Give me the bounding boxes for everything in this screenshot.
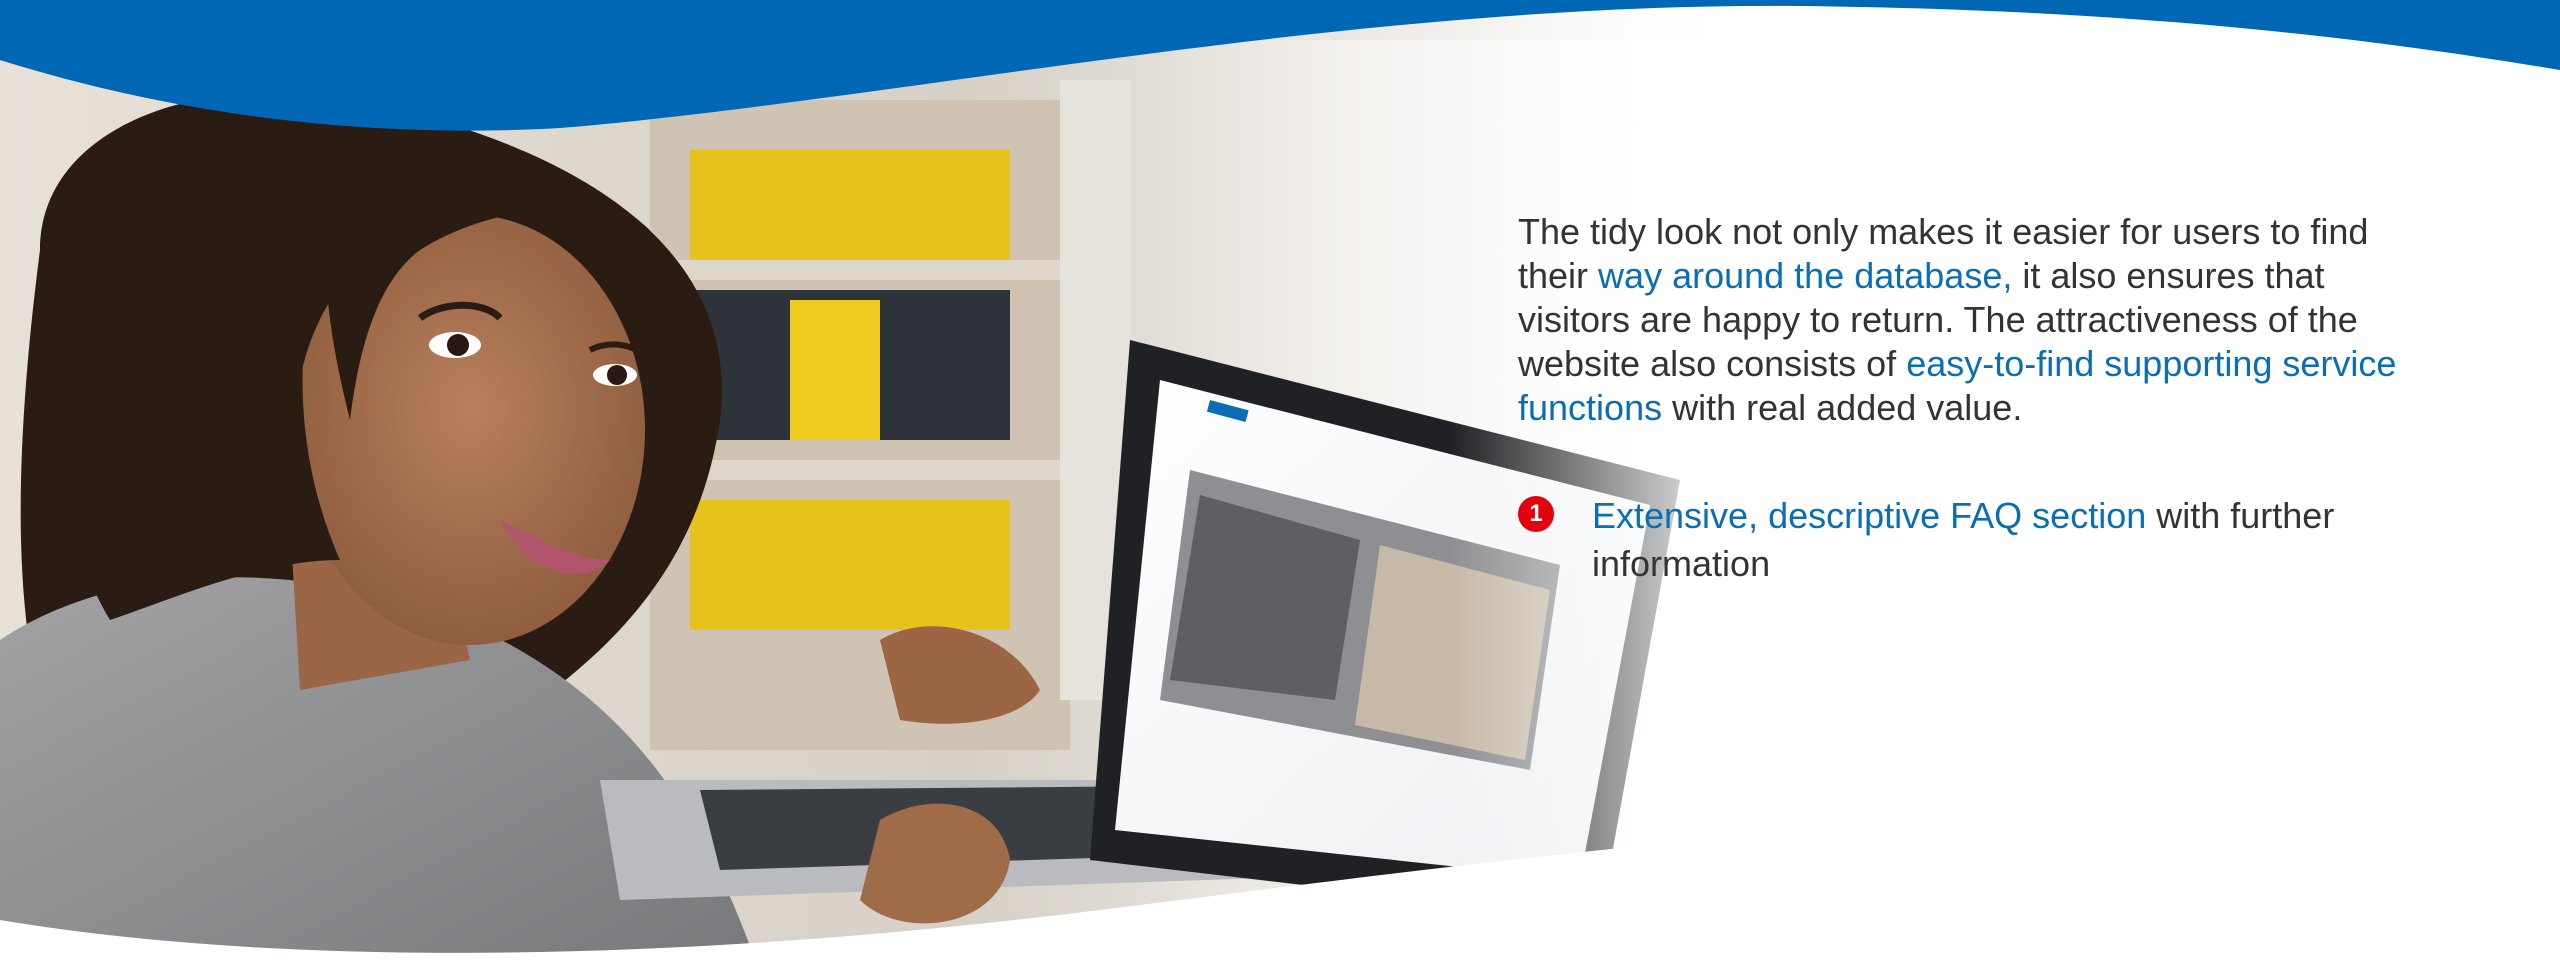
bottom-wave <box>0 820 2560 974</box>
feature-text: Extensive, descriptive FAQ section with … <box>1592 492 2438 588</box>
database-link[interactable]: way around the database, <box>1598 255 2012 296</box>
intro-paragraph: The tidy look not only makes it easier f… <box>1518 210 2438 430</box>
feature-item-faq: 1 Extensive, descriptive FAQ section wit… <box>1518 492 2438 588</box>
number-badge: 1 <box>1518 496 1554 532</box>
intro-text-3: with real added value. <box>1662 387 2023 428</box>
faq-section-link[interactable]: Extensive, descriptive FAQ section <box>1592 495 2146 536</box>
top-wave-banner <box>0 0 2560 131</box>
